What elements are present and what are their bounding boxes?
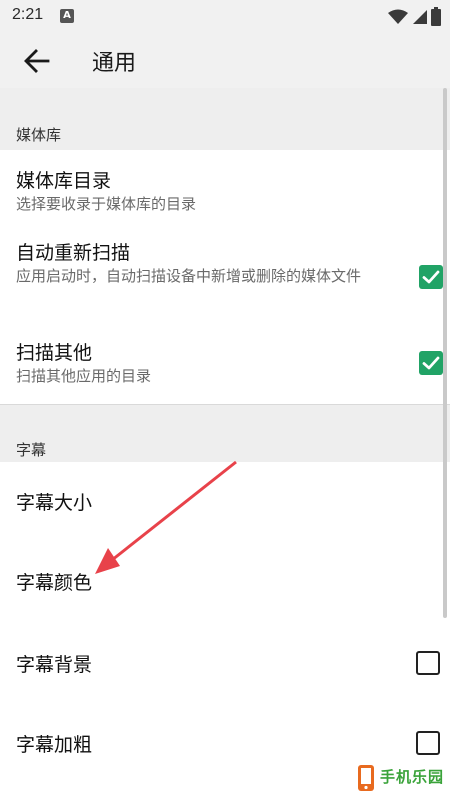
setting-title: 字幕大小	[16, 492, 93, 514]
section-header-label: 字幕	[16, 441, 47, 459]
battery-icon	[431, 7, 441, 26]
watermark-text: 手机乐园	[380, 768, 445, 786]
auto-rescan-checkbox[interactable]	[419, 265, 443, 289]
setting-subtitle: 应用启动时，自动扫描设备中新增或删除的媒体文件	[16, 267, 362, 285]
signal-icon	[413, 10, 427, 24]
setting-subtitle-size[interactable]: 字幕大小	[0, 462, 440, 542]
setting-title: 字幕颜色	[16, 572, 93, 594]
back-arrow-icon[interactable]	[22, 47, 52, 75]
page-title: 通用	[92, 51, 137, 76]
setting-scan-other[interactable]: 扫描其他 扫描其他应用的目录	[0, 322, 443, 404]
setting-subtitle-background[interactable]: 字幕背景	[0, 622, 440, 702]
setting-media-library-folders[interactable]: 媒体库目录 选择要收录于媒体库的目录	[0, 150, 440, 220]
notification-icon: A	[60, 9, 74, 23]
scrollbar[interactable]	[443, 88, 447, 618]
setting-subtitle: 选择要收录于媒体库的目录	[16, 195, 197, 213]
setting-subtitle-color[interactable]: 字幕颜色	[0, 542, 440, 622]
setting-title: 字幕加粗	[16, 734, 93, 756]
setting-subtitle: 扫描其他应用的目录	[16, 367, 152, 385]
setting-auto-rescan[interactable]: 自动重新扫描 应用启动时，自动扫描设备中新增或删除的媒体文件	[0, 220, 443, 322]
check-icon	[422, 270, 440, 284]
setting-title: 媒体库目录	[16, 170, 112, 192]
section-header-subtitles: 字幕	[0, 404, 450, 462]
app-bar: 通用	[0, 34, 450, 88]
subtitle-bold-checkbox[interactable]	[416, 731, 440, 755]
status-bar: 2:21 A	[0, 0, 450, 34]
setting-title: 字幕背景	[16, 654, 93, 676]
check-icon	[422, 356, 440, 370]
scan-other-checkbox[interactable]	[419, 351, 443, 375]
setting-title: 自动重新扫描	[16, 242, 131, 264]
wifi-icon	[388, 9, 408, 24]
section-header-label: 媒体库	[16, 126, 62, 144]
section-header-media-library: 媒体库	[0, 88, 450, 150]
status-time: 2:21	[12, 6, 44, 23]
watermark-phone-icon	[358, 765, 374, 791]
subtitle-background-checkbox[interactable]	[416, 651, 440, 675]
setting-title: 扫描其他	[16, 342, 93, 364]
